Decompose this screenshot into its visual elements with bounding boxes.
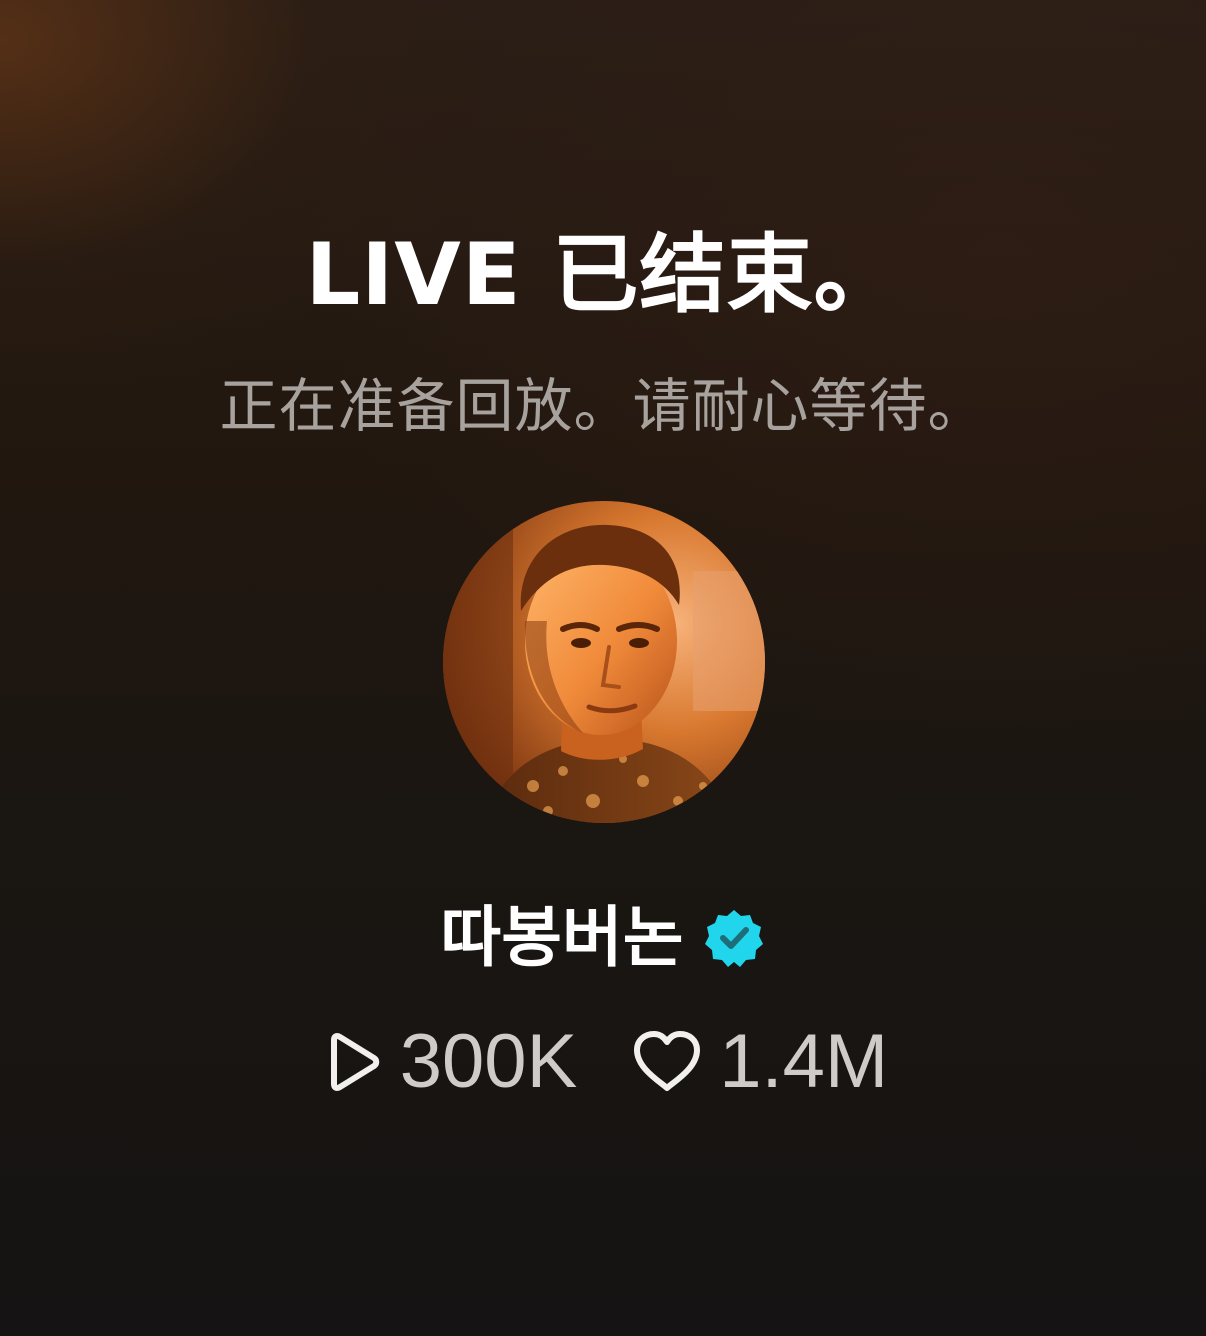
username-row[interactable]: 따봉버논	[0, 895, 1206, 981]
live-ended-screen: LIVE 已结束。 正在准备回放。请耐心等待。 따봉버논 300K 1.4M	[0, 0, 1206, 1336]
verified-badge-icon	[705, 910, 764, 967]
views-stat: 300K	[318, 1019, 578, 1104]
avatar[interactable]	[443, 501, 765, 823]
stats-row: 300K 1.4M	[0, 1020, 1206, 1104]
live-ended-title: LIVE 已结束。	[305, 225, 901, 325]
avatar-photo	[443, 501, 765, 823]
likes-count: 1.4M	[719, 1019, 889, 1104]
views-count: 300K	[399, 1019, 578, 1104]
likes-stat: 1.4M	[629, 1020, 888, 1104]
play-icon	[330, 1033, 379, 1091]
username[interactable]: 따봉버논	[441, 895, 684, 981]
replay-preparing-message: 正在准备回放。请耐心等待。	[219, 372, 987, 440]
heart-icon	[634, 1031, 701, 1091]
